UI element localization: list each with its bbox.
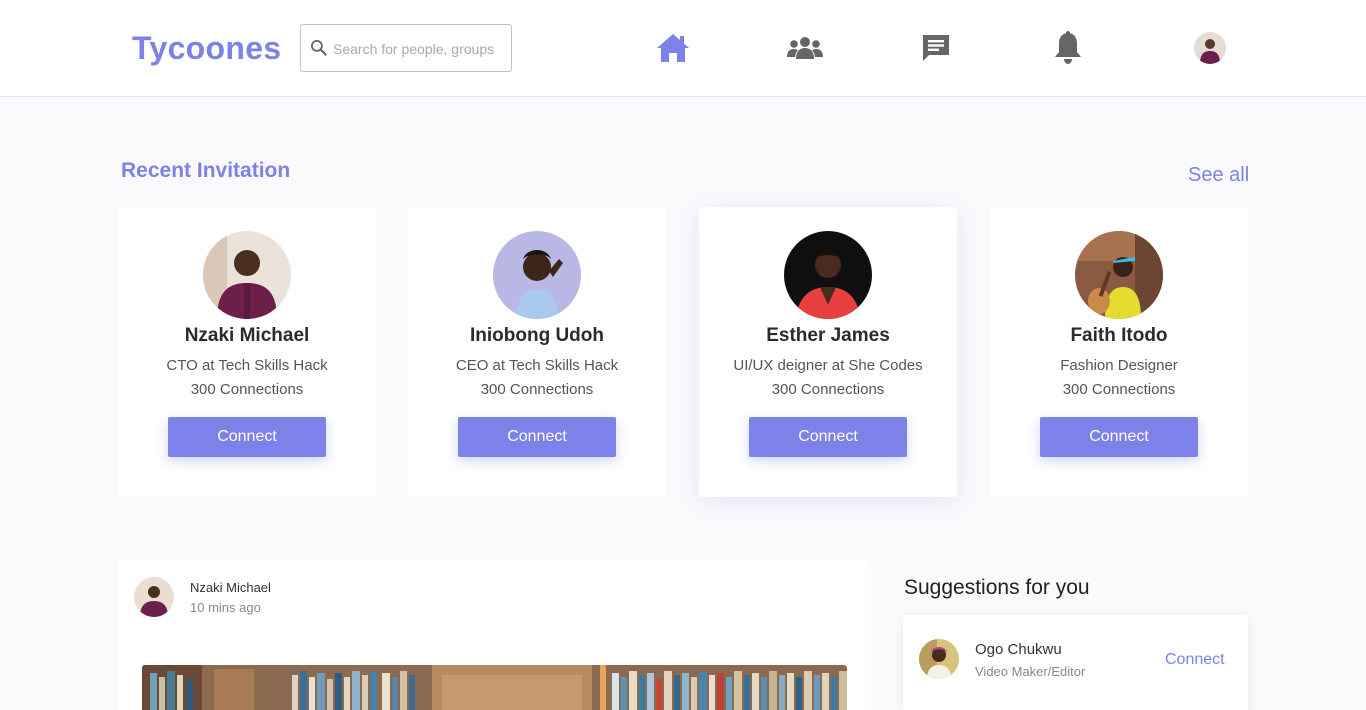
card-role: CTO at Tech Skills Hack bbox=[166, 357, 328, 374]
post-timestamp: 10 mins ago bbox=[190, 600, 261, 615]
connect-button[interactable]: Connect bbox=[1040, 417, 1198, 457]
suggestion-role: Video Maker/Editor bbox=[975, 664, 1086, 679]
card-name: Iniobong Udoh bbox=[469, 325, 604, 346]
suggestion-name[interactable]: Ogo Chukwu bbox=[975, 641, 1062, 658]
card-connections: 300 Connections bbox=[771, 381, 885, 398]
notifications-icon[interactable] bbox=[1050, 30, 1086, 66]
suggestions-title: Suggestions for you bbox=[904, 576, 1090, 599]
card-name: Esther James bbox=[766, 325, 890, 346]
search-input[interactable] bbox=[333, 37, 505, 61]
card-name: Nzaki Michael bbox=[184, 325, 310, 346]
card-role: CEO at Tech Skills Hack bbox=[455, 357, 619, 374]
card-name: Faith Itodo bbox=[1070, 325, 1168, 346]
connect-button[interactable]: Connect bbox=[749, 417, 907, 457]
post-image[interactable] bbox=[142, 665, 847, 710]
messages-icon[interactable] bbox=[918, 30, 954, 66]
post-author-avatar[interactable] bbox=[134, 577, 174, 617]
card-connections: 300 Connections bbox=[190, 381, 304, 398]
avatar bbox=[203, 231, 291, 319]
home-icon[interactable] bbox=[655, 30, 691, 66]
recent-invitation-title: Recent Invitation bbox=[121, 159, 291, 182]
connect-button[interactable]: Connect bbox=[168, 417, 326, 457]
invitation-card: Iniobong Udoh CEO at Tech Skills Hack 30… bbox=[408, 207, 666, 497]
invitation-card: Faith Itodo Fashion Designer 300 Connect… bbox=[990, 207, 1248, 497]
see-all-link[interactable]: See all bbox=[1188, 164, 1249, 187]
connect-button[interactable]: Connect bbox=[458, 417, 616, 457]
avatar bbox=[493, 231, 581, 319]
invitation-card: Esther James UI/UX deigner at She Codes … bbox=[699, 207, 957, 497]
search-box[interactable] bbox=[300, 24, 512, 72]
groups-icon[interactable] bbox=[787, 30, 823, 66]
suggestion-item: Ogo Chukwu Video Maker/Editor Connect bbox=[903, 615, 1248, 710]
search-icon bbox=[311, 40, 327, 56]
post-card: Nzaki Michael 10 mins ago bbox=[118, 561, 871, 710]
card-role: Fashion Designer bbox=[1060, 357, 1178, 374]
card-role: UI/UX deigner at She Codes bbox=[733, 357, 923, 374]
avatar[interactable] bbox=[919, 639, 959, 679]
card-connections: 300 Connections bbox=[480, 381, 594, 398]
invitation-card: Nzaki Michael CTO at Tech Skills Hack 30… bbox=[118, 207, 376, 497]
brand-logo[interactable]: Tycoones bbox=[132, 30, 281, 67]
suggestion-connect-link[interactable]: Connect bbox=[1165, 651, 1225, 669]
avatar bbox=[1075, 231, 1163, 319]
profile-avatar[interactable] bbox=[1194, 32, 1226, 64]
post-author-name[interactable]: Nzaki Michael bbox=[190, 580, 271, 595]
avatar bbox=[784, 231, 872, 319]
top-navbar: Tycoones bbox=[0, 0, 1366, 97]
card-connections: 300 Connections bbox=[1062, 381, 1176, 398]
